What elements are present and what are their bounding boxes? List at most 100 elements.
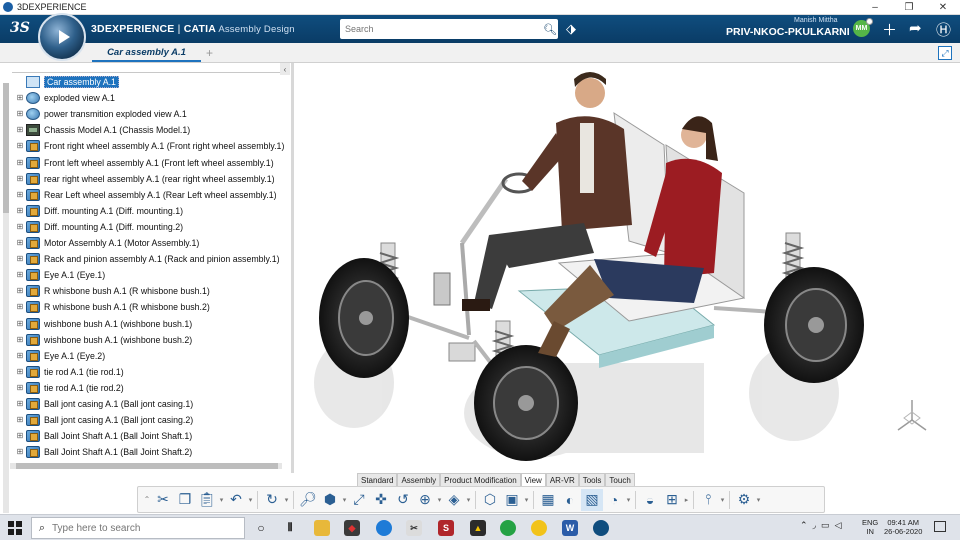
cut-icon[interactable]: ✂: [152, 489, 174, 511]
undo-icon[interactable]: ↶: [225, 489, 247, 511]
volume-icon[interactable]: ◁: [835, 520, 842, 531]
section-tab-assembly[interactable]: Assembly: [397, 473, 441, 486]
chevron-down-icon[interactable]: ▾: [218, 496, 225, 504]
pan-icon[interactable]: ✜: [370, 489, 392, 511]
chevron-down-icon[interactable]: ▾: [436, 496, 443, 504]
display-icon[interactable]: ▧: [581, 488, 603, 511]
battery-icon[interactable]: ▭: [821, 520, 830, 531]
clock[interactable]: 09:41 AM 26-06-2020: [884, 518, 922, 536]
chevron-right-icon[interactable]: ▸: [683, 496, 690, 504]
section-tab-standard[interactable]: Standard: [357, 473, 398, 486]
expand-toggle-icon[interactable]: ⊞: [16, 158, 24, 167]
add-icon[interactable]: ＋: [882, 19, 897, 40]
chevron-down-icon[interactable]: ▾: [341, 496, 348, 504]
section-tab-ar-vr[interactable]: AR-VR: [545, 473, 579, 486]
expand-toggle-icon[interactable]: ⊞: [16, 110, 24, 118]
expand-toggle-icon[interactable]: ⊞: [16, 142, 24, 150]
zoom-in-out-icon[interactable]: ⊕: [414, 489, 436, 511]
expand-toggle-icon[interactable]: ⊞: [16, 174, 24, 183]
tree-node[interactable]: ⊞ Diff. mounting A.1 (Diff. mounting.2): [16, 219, 183, 235]
shading-icon[interactable]: ⬡: [479, 489, 501, 511]
tree-node[interactable]: ⊞ Motor Assembly A.1 (Motor Assembly.1): [16, 235, 199, 251]
windows-start-button[interactable]: [8, 521, 22, 535]
file-explorer-icon[interactable]: [314, 520, 330, 536]
section-tab-product-modification[interactable]: Product Modification: [440, 473, 521, 486]
tree-node[interactable]: ⊞ R whisbone bush A.1 (R whisbone bush.1): [16, 283, 210, 299]
tree-node[interactable]: ⊞ Eye A.1 (Eye.2): [16, 348, 105, 364]
app-yellow-icon[interactable]: ▲: [470, 520, 486, 536]
chevron-down-icon[interactable]: ▾: [283, 496, 290, 504]
tree-horizontal-scrollbar[interactable]: [10, 463, 282, 469]
wheel-front-left[interactable]: [319, 258, 409, 378]
app-sw-icon[interactable]: S: [438, 520, 454, 536]
expand-toggle-icon[interactable]: ⊞: [16, 448, 24, 456]
whatsapp-icon[interactable]: [500, 520, 516, 536]
3dexperience-taskbar-icon[interactable]: [593, 520, 609, 536]
expand-toggle-icon[interactable]: ⊞: [16, 222, 24, 231]
section-tab-touch[interactable]: Touch: [605, 473, 635, 486]
scrollbar-thumb[interactable]: [16, 463, 278, 469]
chrome-icon[interactable]: [531, 520, 547, 536]
3d-compass[interactable]: [894, 396, 930, 436]
grid-icon[interactable]: ⊞: [661, 489, 683, 511]
expand-toggle-icon[interactable]: ⊞: [16, 367, 24, 376]
minimize-button[interactable]: –: [858, 0, 892, 15]
ambience-icon[interactable]: ◒: [639, 489, 661, 511]
expand-toggle-icon[interactable]: ⊞: [16, 239, 24, 247]
tree-node[interactable]: ⊞ wishbone bush A.1 (wishbone bush.2): [16, 332, 192, 348]
expand-toggle-icon[interactable]: ⊞: [16, 271, 24, 279]
settings-icon[interactable]: ⚙: [733, 489, 755, 511]
rotate-icon[interactable]: ↺: [392, 489, 414, 511]
tree-vertical-scrollbar[interactable]: [3, 83, 9, 513]
tree-node[interactable]: ⊞ tie rod A.1 (tie rod.2): [16, 380, 124, 396]
notification-icon[interactable]: [934, 521, 946, 532]
chevron-down-icon[interactable]: ▾: [523, 496, 530, 504]
maximize-button[interactable]: ❐: [892, 0, 926, 15]
chevron-down-icon[interactable]: ▾: [755, 496, 762, 504]
search-icon[interactable]: 🔍︎: [542, 20, 558, 38]
3d-viewport[interactable]: [294, 63, 960, 473]
update-icon[interactable]: ↻: [261, 489, 283, 511]
chevron-down-icon[interactable]: ▾: [625, 496, 632, 504]
expand-toggle-icon[interactable]: ⊞: [16, 206, 24, 215]
tree-node[interactable]: ⊞ R whisbone bush A.1 (R whisbone bush.2): [16, 299, 210, 315]
hide-show-icon[interactable]: ◐: [559, 489, 581, 511]
edge-icon[interactable]: [376, 520, 392, 536]
snipping-tool-icon[interactable]: ✂: [406, 520, 422, 536]
motor-mount[interactable]: [433, 272, 451, 306]
fit-all-icon[interactable]: ⤢: [348, 489, 370, 511]
tab-car-assembly[interactable]: Car assembly A.1: [92, 45, 201, 62]
section-tab-view[interactable]: View: [520, 473, 546, 486]
expand-toggle-icon[interactable]: ⊞: [16, 335, 24, 344]
expand-toggle-icon[interactable]: ⊞: [16, 383, 24, 392]
expand-toggle-icon[interactable]: ⊞: [16, 287, 24, 295]
expand-toggle-icon[interactable]: ⊞: [16, 255, 24, 263]
iso-view-icon[interactable]: ◈: [443, 489, 465, 511]
chevron-down-icon[interactable]: ▾: [719, 496, 726, 504]
tree-node[interactable]: ⊞ Front left wheel assembly A.1 (Front le…: [16, 155, 274, 171]
network-icon[interactable]: ◞: [813, 520, 817, 531]
help-icon[interactable]: Ⓗ: [936, 19, 951, 40]
expand-toggle-icon[interactable]: ⊞: [16, 94, 24, 102]
render-style-icon[interactable]: ▣: [501, 489, 523, 511]
tree-node[interactable]: ⊞ wishbone bush A.1 (wishbone bush.1): [16, 316, 192, 332]
expand-toggle-icon[interactable]: ⊞: [16, 416, 24, 424]
zoom-icon[interactable]: 🔎︎: [297, 489, 319, 511]
taskbar-search-input[interactable]: [52, 522, 244, 534]
avatar[interactable]: MM: [853, 18, 873, 37]
wheel-rear-right[interactable]: [764, 267, 864, 383]
expand-toggle-icon[interactable]: ⊞: [16, 126, 24, 134]
expand-toggle-icon[interactable]: ⊞: [16, 351, 24, 360]
expand-toggle-icon[interactable]: ⊞: [16, 190, 24, 199]
tree-node[interactable]: ⊞ Ball jont casing A.1 (Ball jont casing.…: [16, 396, 193, 412]
expand-toggle-icon[interactable]: ⊞: [16, 400, 24, 408]
tree-node[interactable]: ⊞ power transmition exploded view A.1: [16, 106, 187, 122]
tree-node[interactable]: ⊞ Rear Left wheel assembly A.1 (Rear Left…: [16, 187, 277, 203]
compass-button[interactable]: [38, 13, 86, 61]
copy-icon[interactable]: ❐: [174, 489, 196, 511]
share-icon[interactable]: ➦: [909, 19, 922, 37]
tag-icon[interactable]: ⬗: [566, 21, 576, 37]
action-bar-handle-icon[interactable]: ⌃: [142, 489, 152, 511]
section-tab-tools[interactable]: Tools: [578, 473, 606, 486]
add-tab-button[interactable]: +: [206, 46, 213, 60]
